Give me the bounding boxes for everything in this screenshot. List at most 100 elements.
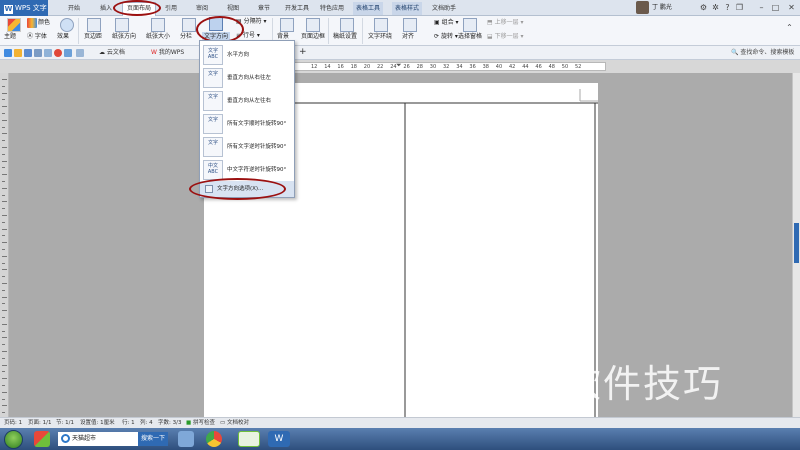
help-icon[interactable]: ?: [722, 2, 733, 13]
open-icon[interactable]: [14, 49, 22, 57]
colors-button[interactable]: 颜色: [38, 18, 50, 28]
breaks-button[interactable]: ▤ 分隔符 ▾: [236, 17, 267, 27]
columns-icon[interactable]: [182, 18, 196, 32]
columns-button[interactable]: 分栏: [180, 32, 192, 42]
tab-table-style[interactable]: 表格样式: [392, 2, 423, 15]
selection-pane-icon[interactable]: [463, 18, 477, 32]
margins-icon[interactable]: [87, 18, 101, 32]
undo-icon[interactable]: [64, 49, 72, 57]
chrome-icon[interactable]: [206, 431, 222, 447]
minimize-icon[interactable]: –: [756, 2, 767, 13]
ruler-tick: [2, 262, 5, 264]
tab-references[interactable]: 引用: [165, 3, 177, 14]
menu-item-rotate-cw[interactable]: 文字 所有文字顺时针旋转90°: [200, 112, 294, 136]
close-icon[interactable]: ✕: [786, 2, 797, 13]
browser-icon[interactable]: [238, 431, 260, 447]
fonts-button[interactable]: Ⓐ 字体: [27, 32, 47, 42]
ruler-tick-label: 40: [495, 64, 503, 70]
print-icon[interactable]: [34, 49, 42, 57]
doc-proof-button[interactable]: ▭ 文档校对: [220, 418, 249, 428]
user-name[interactable]: 丁 鹏光: [652, 1, 672, 15]
tab-cloud-docs[interactable]: ☁ 云文档: [96, 47, 128, 59]
ruler-tick: [2, 364, 7, 366]
draft-settings-icon[interactable]: [340, 18, 354, 32]
menu-item-label: 文字方向选项(X)...: [217, 186, 264, 192]
ruler-tick-label: 30: [429, 64, 437, 70]
tab-insert[interactable]: 插入: [100, 3, 112, 14]
bring-forward-button[interactable]: ⬒ 上移一层 ▾: [487, 18, 524, 28]
tab-page-layout[interactable]: 页面布局: [122, 2, 157, 16]
start-button[interactable]: [4, 430, 23, 449]
ruler-tick: [2, 249, 5, 250]
effects-button[interactable]: 效果: [57, 32, 69, 42]
menu-item-rotate-ccw[interactable]: 文字 所有文字逆时针旋转90°: [200, 135, 294, 159]
tab-review[interactable]: 审阅: [196, 3, 208, 14]
indent-marker-icon[interactable]: ⏷: [396, 61, 402, 70]
text-wrap-button[interactable]: 文字环绕: [368, 32, 392, 42]
collapse-ribbon-icon[interactable]: ⌃: [784, 22, 795, 33]
taskbar-app-icon[interactable]: [34, 431, 50, 447]
gear-icon[interactable]: ✲: [710, 2, 721, 13]
text-direction-icon[interactable]: [209, 17, 223, 31]
vertical-ltr-icon: 文字: [203, 91, 223, 111]
taskbar-tool-icon[interactable]: [178, 431, 194, 447]
spellcheck-icon[interactable]: [54, 49, 62, 57]
tab-features[interactable]: 特色应用: [320, 3, 344, 14]
status-pages: 页面: 1/1: [28, 420, 52, 426]
page-border-button[interactable]: 页面边框: [301, 32, 325, 42]
tab-home[interactable]: 开始: [68, 3, 80, 14]
restore-icon[interactable]: ❐: [734, 2, 745, 13]
search-go-button[interactable]: 搜索一下: [138, 432, 168, 446]
selection-pane-button[interactable]: 选择窗格: [458, 32, 482, 42]
wps-taskbar-icon[interactable]: W: [268, 431, 290, 447]
ruler-tick: [2, 412, 5, 414]
paper-size-icon[interactable]: [151, 18, 165, 32]
draft-settings-button[interactable]: 稿纸设置: [333, 32, 357, 42]
theme-button[interactable]: 主题: [4, 32, 16, 42]
address-bar[interactable]: 天猫超市: [58, 432, 138, 446]
orientation-icon[interactable]: [115, 18, 129, 32]
tab-my-wps[interactable]: W 我的WPS: [148, 47, 187, 59]
orientation-button[interactable]: 纸张方向: [112, 32, 136, 42]
align-icon[interactable]: [403, 18, 417, 32]
scrollbar-thumb[interactable]: [794, 223, 799, 263]
send-backward-button[interactable]: ⬓ 下移一层 ▾: [487, 32, 524, 42]
menu-item-text-direction-options[interactable]: 文字方向选项(X)...: [200, 181, 294, 197]
paper-size-button[interactable]: 纸张大小: [146, 32, 170, 42]
tab-view[interactable]: 视图: [227, 3, 239, 14]
page-border-icon[interactable]: [306, 18, 320, 32]
theme-icon[interactable]: [7, 18, 21, 32]
app-menu-button[interactable]: WWPS 文字 ▾: [0, 0, 48, 28]
group-button[interactable]: ▣ 组合 ▾: [434, 18, 459, 28]
menu-item-vertical-rtl[interactable]: 文字 垂直方向从右往左: [200, 66, 294, 90]
ruler-tick: [2, 194, 5, 196]
options-icon: [205, 185, 213, 193]
align-button[interactable]: 对齐: [402, 32, 414, 42]
ruler-tick: [2, 269, 7, 271]
background-icon[interactable]: [280, 18, 294, 32]
rotate-counterclockwise-icon: 文字: [203, 137, 223, 157]
rotate-button[interactable]: ⟳ 旋转 ▾: [434, 32, 458, 42]
margins-button[interactable]: 页边距: [84, 32, 102, 42]
tab-dev-tools[interactable]: 开发工具: [285, 3, 309, 14]
address-text: 天猫超市: [72, 435, 97, 442]
horizontal-text-icon: 文字ABC: [203, 45, 223, 65]
effects-icon[interactable]: [60, 18, 74, 32]
tab-chapter[interactable]: 章节: [258, 3, 270, 14]
settings-icon[interactable]: ⚙: [698, 2, 709, 13]
maximize-icon[interactable]: □: [770, 2, 781, 13]
save-icon[interactable]: [24, 49, 32, 57]
tab-doc-assistant[interactable]: 文档助手: [432, 3, 456, 14]
preview-icon[interactable]: [44, 49, 52, 57]
new-doc-icon[interactable]: [4, 49, 12, 57]
spell-check-toggle[interactable]: ■ 拼写检查: [186, 418, 215, 428]
menu-item-vertical-ltr[interactable]: 文字 垂直方向从左往右: [200, 89, 294, 113]
add-tab-button[interactable]: +: [296, 47, 310, 59]
avatar[interactable]: [636, 1, 649, 14]
search-input[interactable]: 🔍 查找命令、搜索模板: [731, 48, 800, 58]
menu-item-chinese-rotate-ccw[interactable]: 中文ABC 中文字符逆时针旋转90°: [200, 158, 294, 182]
text-wrap-icon[interactable]: [374, 18, 388, 32]
menu-item-horizontal[interactable]: 文字ABC 水平方向: [200, 43, 294, 67]
tab-table-tools[interactable]: 表格工具: [353, 2, 384, 15]
redo-icon[interactable]: [76, 49, 84, 57]
